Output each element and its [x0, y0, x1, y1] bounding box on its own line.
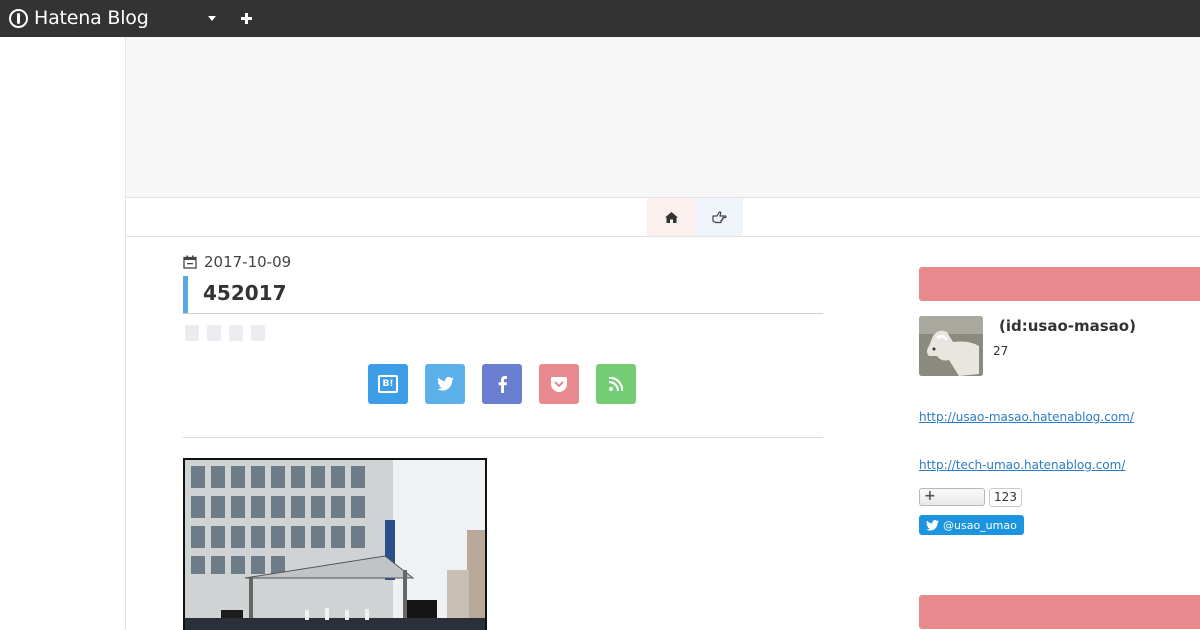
entry-categories	[185, 325, 265, 341]
category-tag[interactable]	[207, 325, 221, 341]
share-buttons: B!	[368, 364, 636, 404]
hatena-bookmark-icon: B!	[378, 375, 398, 393]
entry-title-block: 452017	[183, 276, 823, 314]
hatena-blog-logo[interactable]: Hatena Blog	[9, 7, 149, 29]
subscribe-button[interactable]: +	[919, 488, 985, 506]
title-accent-bar	[183, 276, 188, 313]
facebook-icon	[498, 375, 507, 393]
entry-date-text: 2017-10-09	[204, 253, 292, 271]
calendar-icon	[183, 255, 197, 269]
menu-dropdown-button[interactable]	[203, 8, 221, 28]
global-nav	[126, 198, 1200, 237]
plus-icon: +	[924, 488, 936, 504]
feed-icon	[609, 377, 623, 391]
entry-date[interactable]: 2017-10-09	[183, 252, 291, 272]
category-tag[interactable]	[185, 325, 199, 341]
top-bar: Hatena Blog	[0, 0, 1200, 37]
home-icon	[664, 211, 678, 223]
nav-home-button[interactable]	[647, 198, 695, 236]
nav-recommend-button[interactable]	[695, 198, 743, 236]
plus-icon	[240, 12, 252, 24]
blog-link-usao-masao[interactable]: http://usao-masao.hatenablog.com/	[919, 410, 1134, 424]
profile-id[interactable]: (id:usao-masao)	[999, 317, 1136, 335]
blog-header-banner	[126, 37, 1200, 198]
caret-down-icon	[208, 15, 216, 21]
twitter-follow-button[interactable]: @usao_umao	[919, 515, 1024, 535]
sidebar-section-heading	[919, 595, 1200, 629]
share-feed-button[interactable]	[596, 364, 636, 404]
entry-title[interactable]: 452017	[203, 281, 287, 305]
horse-photo-image	[919, 316, 983, 376]
share-pocket-button[interactable]	[539, 364, 579, 404]
hatena-logo-icon	[9, 8, 28, 28]
profile-count: 27	[993, 344, 1009, 358]
stage-photo-image	[185, 460, 485, 630]
sidebar-profile-heading	[919, 267, 1200, 301]
add-button[interactable]	[236, 6, 256, 30]
profile-avatar[interactable]	[919, 316, 983, 376]
blog-link-tech-umao[interactable]: http://tech-umao.hatenablog.com/	[919, 458, 1125, 472]
brand-name: Hatena Blog	[34, 7, 149, 29]
category-tag[interactable]	[251, 325, 265, 341]
category-tag[interactable]	[229, 325, 243, 341]
hand-pointer-icon	[711, 210, 727, 223]
share-twitter-button[interactable]	[425, 364, 465, 404]
twitter-icon	[436, 377, 454, 391]
entry-divider	[183, 437, 823, 438]
share-hatena-bookmark-button[interactable]: B!	[368, 364, 408, 404]
pocket-icon	[551, 376, 567, 392]
twitter-handle: @usao_umao	[943, 518, 1017, 532]
twitter-icon	[926, 519, 939, 531]
share-facebook-button[interactable]	[482, 364, 522, 404]
subscriber-count: 123	[989, 488, 1022, 507]
entry-photo-stage-concert[interactable]	[183, 458, 487, 630]
